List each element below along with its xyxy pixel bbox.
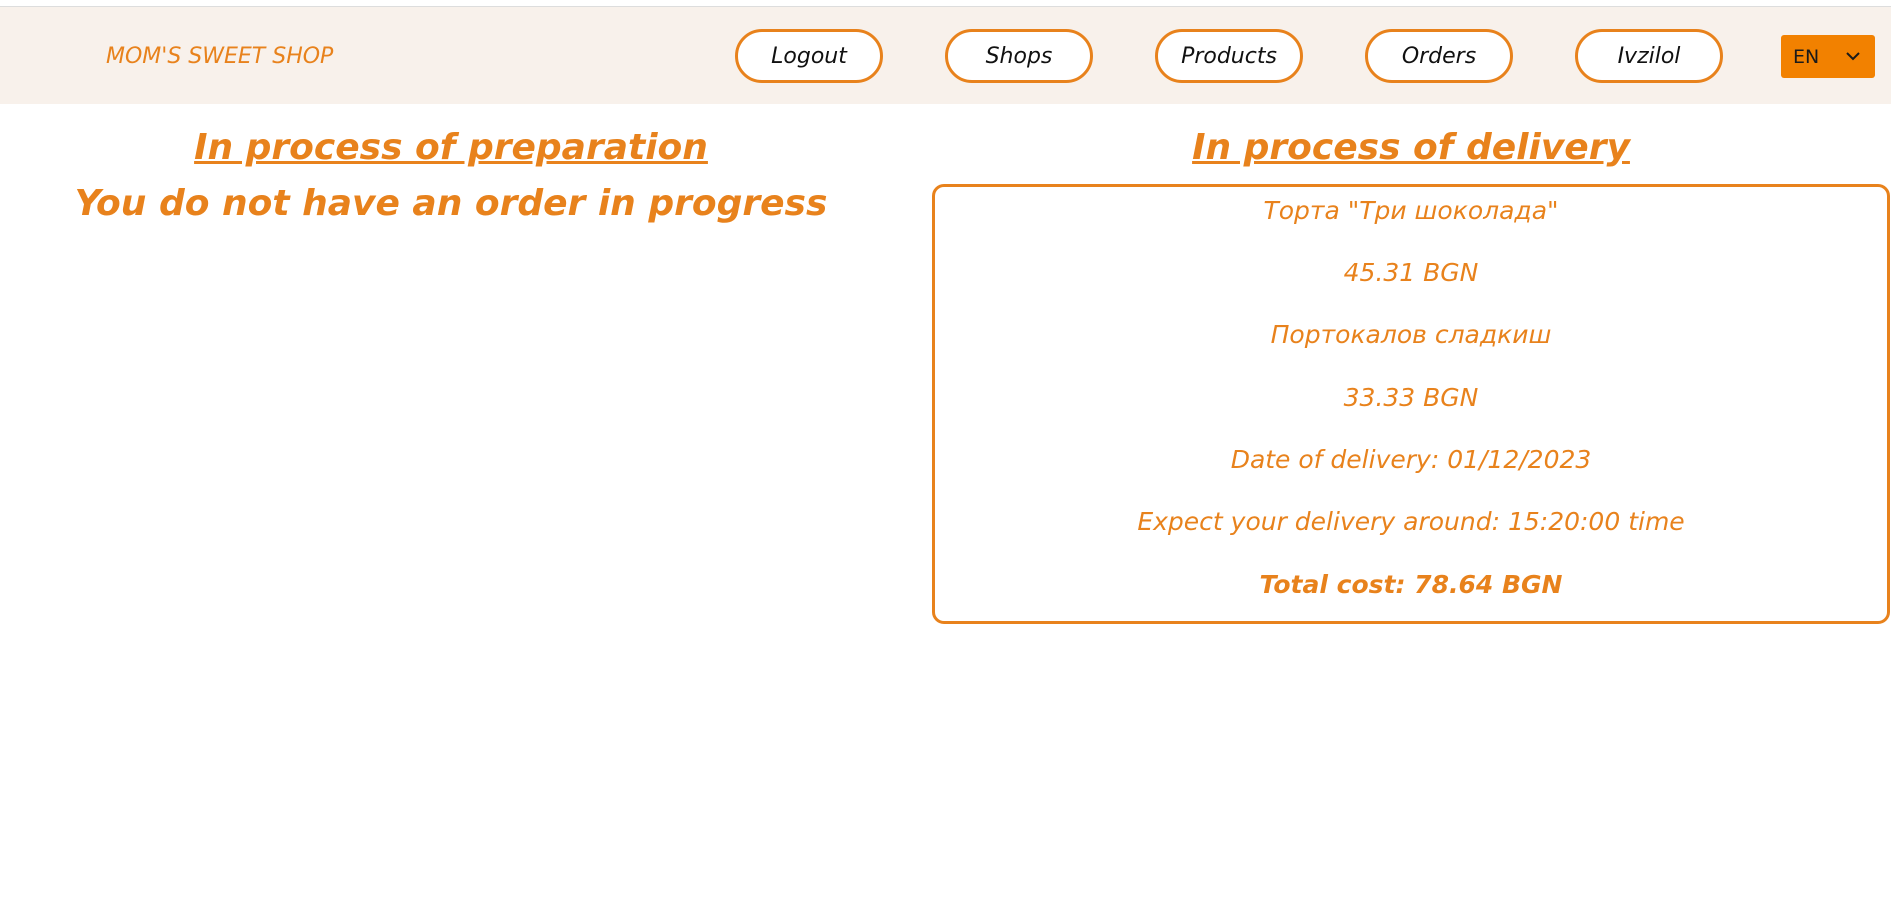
delivery-order-card: Торта "Три шоколада" 45.31 BGN Портокало… xyxy=(932,184,1890,624)
preparation-heading: In process of preparation xyxy=(194,127,708,168)
delivery-heading: In process of delivery xyxy=(1192,127,1630,168)
navbar: MOM'S SWEET SHOP Logout Shops Products O… xyxy=(0,7,1891,104)
nav-products-button[interactable]: Products xyxy=(1155,29,1303,83)
nav-shops-button[interactable]: Shops xyxy=(945,29,1093,83)
order-item-name: Портокалов сладкиш xyxy=(1270,320,1552,349)
language-select[interactable]: EN xyxy=(1781,35,1875,78)
chevron-down-icon xyxy=(1846,52,1860,61)
order-item-price: 33.33 BGN xyxy=(1343,383,1479,412)
brand-logo[interactable]: MOM'S SWEET SHOP xyxy=(106,44,333,69)
delivery-expected-time: Expect your delivery around: 15:20:00 ti… xyxy=(1137,507,1685,536)
user-profile-button[interactable]: Ivzilol xyxy=(1575,29,1723,83)
logout-button[interactable]: Logout xyxy=(735,29,883,83)
order-item-price: 45.31 BGN xyxy=(1343,258,1479,287)
language-selected-value: EN xyxy=(1793,45,1820,68)
order-total-cost: Total cost: 78.64 BGN xyxy=(1259,570,1563,599)
top-border xyxy=(0,0,1891,7)
nav-orders-button[interactable]: Orders xyxy=(1365,29,1513,83)
no-order-message: You do not have an order in progress xyxy=(74,183,828,224)
delivery-date: Date of delivery: 01/12/2023 xyxy=(1230,445,1592,474)
order-item-name: Торта "Три шоколада" xyxy=(1263,196,1559,225)
